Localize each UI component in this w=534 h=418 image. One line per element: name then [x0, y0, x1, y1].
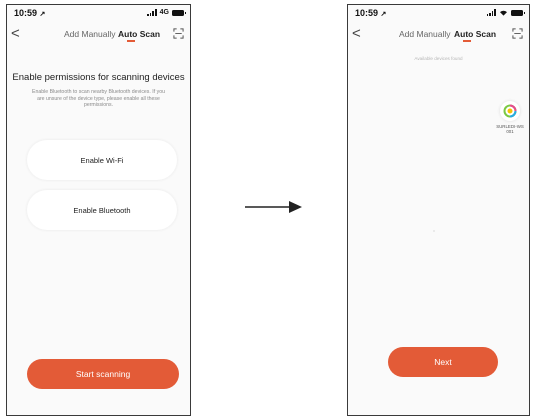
phone-screen-left: 10:59 ↗ 4G < Add Manually Auto Scan Enab… — [6, 4, 191, 416]
available-devices-label: Available devices found — [414, 56, 463, 61]
tab-underline — [127, 40, 135, 42]
permissions-title: Enable permissions for scanning devices — [12, 72, 185, 83]
status-time: 10:59 ↗ — [14, 8, 45, 18]
tab-underline — [463, 40, 471, 42]
location-arrow-icon: ↗ — [39, 11, 46, 18]
battery-icon — [511, 9, 525, 16]
enable-wifi-button[interactable]: Enable Wi-Fi — [27, 140, 177, 180]
scan-frame-icon[interactable] — [512, 28, 523, 39]
status-bar: 10:59 ↗ 4G — [7, 5, 190, 23]
signal-icon — [147, 9, 157, 16]
scan-frame-icon[interactable] — [173, 28, 184, 39]
battery-icon — [172, 9, 186, 16]
status-icons: 4G — [147, 9, 186, 16]
signal-icon — [486, 9, 496, 16]
status-time-text: 10:59 — [14, 8, 38, 18]
back-icon[interactable]: < — [11, 25, 20, 43]
tab-auto-scan[interactable]: Auto Scan — [118, 29, 160, 39]
start-scanning-button[interactable]: Start scanning — [27, 359, 179, 389]
network-type: 4G — [159, 9, 169, 16]
device-name-line2: 001 — [506, 129, 514, 134]
right-arrow-icon — [245, 201, 302, 213]
nav-bar: < Add Manually Auto Scan — [7, 25, 190, 47]
found-device[interactable]: SURLEDI-WS 001 — [493, 101, 527, 134]
device-avatar — [500, 101, 520, 121]
nav-bar: < Add Manually Auto Scan — [348, 25, 529, 47]
location-arrow-icon: ↗ — [380, 11, 387, 18]
phone-screen-right: 10:59 ↗ < Add Manually Auto Scan Availab… — [347, 4, 530, 416]
status-time-text: 10:59 — [355, 8, 379, 18]
back-icon[interactable]: < — [352, 25, 361, 43]
status-icons — [486, 9, 525, 16]
status-bar: 10:59 ↗ — [348, 5, 529, 23]
status-time: 10:59 ↗ — [355, 8, 386, 18]
next-button[interactable]: Next — [388, 347, 498, 377]
tab-auto-scan[interactable]: Auto Scan — [454, 29, 496, 39]
wifi-icon — [500, 10, 507, 16]
scan-indicator-dot — [433, 230, 435, 232]
enable-bluetooth-button[interactable]: Enable Bluetooth — [27, 190, 177, 230]
tab-add-manually[interactable]: Add Manually — [64, 29, 116, 39]
rgb-light-icon — [503, 104, 517, 118]
tab-add-manually[interactable]: Add Manually — [399, 29, 451, 39]
device-label: SURLEDI-WS 001 — [493, 124, 527, 134]
permissions-description: Enable Bluetooth to scan nearby Bluetoot… — [32, 89, 165, 108]
